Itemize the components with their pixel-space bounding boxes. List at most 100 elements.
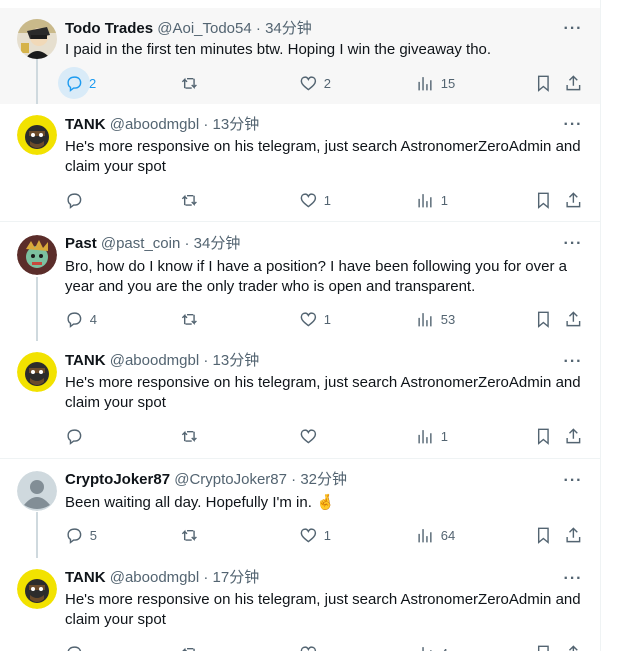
display-name[interactable]: TANK bbox=[65, 352, 106, 369]
analytics-icon bbox=[418, 429, 432, 444]
thread-line bbox=[36, 512, 38, 558]
bookmark-icon bbox=[537, 75, 549, 92]
like-count: 1 bbox=[323, 311, 331, 327]
heart-icon bbox=[300, 528, 317, 543]
reply-button[interactable]: 5 bbox=[65, 520, 97, 550]
retweet-icon bbox=[181, 647, 195, 651]
tweet-header: TANK @aboodmgbl · 13分钟 bbox=[65, 351, 259, 371]
timestamp[interactable]: 32分钟 bbox=[300, 471, 347, 488]
dot-separator: · bbox=[291, 471, 297, 488]
like-button[interactable]: 1 bbox=[299, 520, 331, 550]
share-button[interactable] bbox=[564, 304, 583, 334]
retweet-button[interactable] bbox=[180, 68, 199, 98]
share-button[interactable] bbox=[564, 638, 583, 651]
like-button[interactable] bbox=[299, 638, 324, 651]
handle[interactable]: @Aoi_Todo54 bbox=[157, 20, 251, 37]
more-icon[interactable]: ··· bbox=[560, 571, 586, 592]
more-icon[interactable]: ··· bbox=[560, 354, 586, 375]
tweet-tank-3[interactable]: TANK @aboodmgbl · 17分钟 ··· He's more res… bbox=[0, 558, 600, 651]
more-icon[interactable]: ··· bbox=[560, 236, 586, 257]
views-button[interactable]: 1 bbox=[416, 185, 448, 215]
timestamp[interactable]: 34分钟 bbox=[265, 20, 312, 37]
share-button[interactable] bbox=[564, 520, 583, 550]
views-button[interactable]: 15 bbox=[416, 68, 455, 98]
action-bar: 4 bbox=[65, 638, 595, 651]
retweet-button[interactable] bbox=[180, 304, 199, 334]
action-bar: 1 1 bbox=[65, 185, 595, 215]
retweet-button[interactable] bbox=[180, 185, 199, 215]
bookmark-button[interactable] bbox=[534, 520, 553, 550]
action-bar: 2 2 15 bbox=[58, 67, 595, 99]
timestamp[interactable]: 17分钟 bbox=[213, 569, 260, 586]
tweet-text: He's more responsive on his telegram, ju… bbox=[65, 138, 581, 175]
like-button[interactable]: 1 bbox=[299, 304, 331, 334]
display-name[interactable]: CryptoJoker87 bbox=[65, 471, 170, 488]
retweet-button[interactable] bbox=[180, 520, 199, 550]
reply-icon bbox=[67, 76, 81, 92]
handle[interactable]: @past_coin bbox=[101, 235, 180, 252]
like-count: 2 bbox=[323, 75, 331, 91]
bookmark-button[interactable] bbox=[534, 304, 553, 334]
handle[interactable]: @aboodmgbl bbox=[110, 352, 199, 369]
tweet-text: Been waiting all day. Hopefully I'm in. … bbox=[65, 494, 335, 511]
tweet-cryptojoker87[interactable]: CryptoJoker87 @CryptoJoker87 · 32分钟 ··· … bbox=[0, 460, 600, 558]
handle[interactable]: @aboodmgbl bbox=[110, 569, 199, 586]
views-button[interactable]: 53 bbox=[416, 304, 455, 334]
reply-button[interactable] bbox=[65, 421, 90, 451]
share-button[interactable] bbox=[564, 185, 583, 215]
retweet-button[interactable] bbox=[180, 638, 199, 651]
analytics-icon bbox=[418, 193, 432, 208]
reply-button[interactable]: 2 bbox=[58, 67, 96, 99]
tweet-past[interactable]: Past @past_coin · 34分钟 ··· Bro, how do I… bbox=[0, 223, 600, 341]
todo-trades-avatar[interactable] bbox=[17, 19, 57, 59]
handle[interactable]: @CryptoJoker87 bbox=[174, 471, 287, 488]
dot-separator: · bbox=[255, 20, 261, 37]
retweet-button[interactable] bbox=[180, 421, 199, 451]
bookmark-button[interactable] bbox=[534, 421, 553, 451]
like-button[interactable]: 2 bbox=[299, 68, 331, 98]
timestamp[interactable]: 34分钟 bbox=[194, 235, 241, 252]
tank-avatar[interactable] bbox=[17, 352, 57, 392]
reply-button[interactable] bbox=[65, 185, 90, 215]
tank-avatar[interactable] bbox=[17, 569, 57, 609]
timestamp[interactable]: 13分钟 bbox=[213, 116, 260, 133]
tweet-text: I paid in the first ten minutes btw. Hop… bbox=[65, 41, 492, 58]
bookmark-button[interactable] bbox=[534, 638, 553, 651]
views-button[interactable]: 4 bbox=[416, 638, 448, 651]
action-bar: 4 1 53 bbox=[65, 304, 595, 334]
views-button[interactable]: 64 bbox=[416, 520, 455, 550]
more-icon[interactable]: ··· bbox=[560, 473, 586, 494]
timestamp[interactable]: 13分钟 bbox=[213, 352, 260, 369]
handle[interactable]: @aboodmgbl bbox=[110, 116, 199, 133]
dot-separator: · bbox=[184, 235, 190, 252]
bookmark-button[interactable] bbox=[534, 68, 553, 98]
more-icon[interactable]: ··· bbox=[560, 117, 586, 138]
like-button[interactable] bbox=[299, 421, 324, 451]
display-name[interactable]: TANK bbox=[65, 116, 106, 133]
tweet-todo-trades[interactable]: Todo Trades @Aoi_Todo54 · 34分钟 ··· I pai… bbox=[0, 8, 600, 104]
bookmark-button[interactable] bbox=[534, 185, 553, 215]
display-name[interactable]: Todo Trades bbox=[65, 20, 153, 37]
past-avatar[interactable] bbox=[17, 235, 57, 275]
tweet-tank-1[interactable]: TANK @aboodmgbl · 13分钟 ··· He's more res… bbox=[0, 104, 600, 222]
retweet-icon bbox=[181, 430, 197, 442]
reply-button[interactable]: 4 bbox=[65, 304, 97, 334]
tweet-tank-2[interactable]: TANK @aboodmgbl · 13分钟 ··· He's more res… bbox=[0, 341, 600, 459]
like-button[interactable]: 1 bbox=[299, 185, 331, 215]
share-icon bbox=[566, 310, 581, 326]
display-name[interactable]: TANK bbox=[65, 569, 106, 586]
heart-icon bbox=[300, 76, 317, 91]
retweet-icon bbox=[181, 194, 197, 206]
display-name[interactable]: Past bbox=[65, 235, 97, 252]
share-button[interactable] bbox=[564, 421, 583, 451]
more-icon[interactable]: ··· bbox=[560, 21, 586, 42]
tweet-text: He's more responsive on his telegram, ju… bbox=[65, 374, 581, 411]
thread-line bbox=[36, 277, 38, 341]
views-button[interactable]: 1 bbox=[416, 421, 448, 451]
views-count: 1 bbox=[440, 192, 448, 208]
reply-button[interactable] bbox=[65, 638, 90, 651]
tank-avatar[interactable] bbox=[17, 115, 57, 155]
share-button[interactable] bbox=[564, 68, 583, 98]
reply-feed: Todo Trades @Aoi_Todo54 · 34分钟 ··· I pai… bbox=[0, 0, 601, 651]
default-avatar[interactable] bbox=[17, 471, 57, 511]
